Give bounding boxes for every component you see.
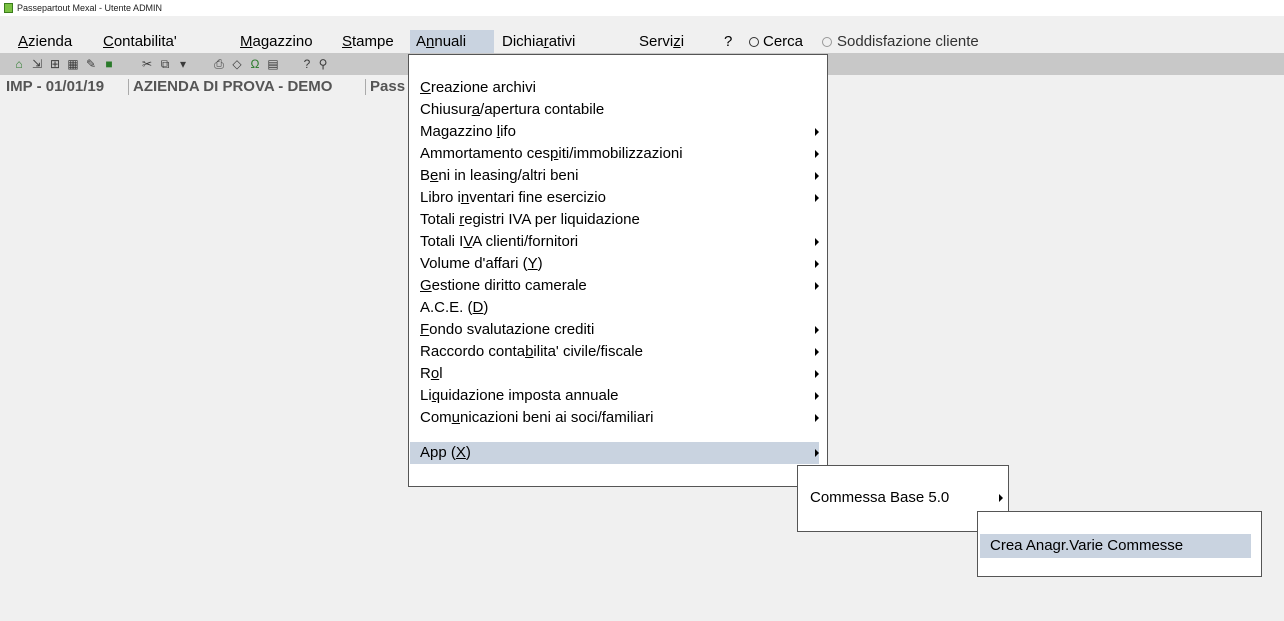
menu-item-creazione-archivi[interactable]: Creazione archivi [410,77,819,99]
submenu-arrow-icon [815,150,819,158]
submenu-arrow-icon [815,282,819,290]
submenu-arrow-icon [815,392,819,400]
workspace-bottom [0,600,1284,621]
search-icon [749,37,759,47]
omega-icon[interactable]: Ω [248,57,262,71]
menu-soddisfazione-label: Soddisfazione cliente [837,33,979,50]
menu-cerca-label: Cerca [763,33,804,50]
help-icon[interactable]: ? [300,57,314,71]
submenu-arrow-icon [815,172,819,180]
menu-item-commessa-base-label: Commessa Base 5.0 [810,489,950,506]
menu-bar: Azienda Contabilita' Magazzino Stampe An… [0,30,1284,53]
calculator-icon[interactable]: ▤ [266,57,280,71]
menu-item-totali-iva-clienti[interactable]: Totali IVA clienti/fornitori [410,231,819,253]
menu-item-crea-anagr-varie[interactable]: Crea Anagr.Varie Commesse [980,534,1251,558]
divider [128,79,129,95]
submenu-arrow-icon [815,370,819,378]
link-icon[interactable]: ◇ [230,57,244,71]
menu-soddisfazione[interactable]: Soddisfazione cliente [816,30,985,53]
filter-icon[interactable]: ▾ [176,57,190,71]
copy-icon[interactable]: ⧉ [158,57,172,71]
list-icon[interactable]: ■ [102,57,116,71]
calendar-icon[interactable]: ▦ [66,57,80,71]
exit-icon[interactable]: ⇲ [30,57,44,71]
menu-contabilita[interactable]: Contabilita' [97,30,183,53]
divider [365,79,366,95]
passepartout-app-icon [4,3,13,13]
cut-icon[interactable]: ✂ [140,57,154,71]
menu-item-liquidazione-imposta[interactable]: Liquidazione imposta annuale [410,385,819,407]
submenu-arrow-icon [815,260,819,268]
submenu-arrow-icon [815,238,819,246]
menu-item-ammortamento[interactable]: Ammortamento cespiti/immobilizzazioni [410,143,819,165]
menu-item-magazzino-lifo[interactable]: Magazzino lifo [410,121,819,143]
submenu-arrow-icon [815,348,819,356]
menu-cerca[interactable]: Cerca [743,30,809,53]
menu-item-chiusura-apertura[interactable]: Chiusura/apertura contabile [410,99,819,121]
menu-item-app[interactable]: App (X) [410,442,819,464]
menu-item-commessa-base[interactable]: Commessa Base 5.0 [801,486,1005,510]
menu-item-volume-affari[interactable]: Volume d'affari (Y) [410,253,819,275]
commessa-submenu: Crea Anagr.Varie Commesse [977,511,1262,577]
menu-item-libro-inventari[interactable]: Libro inventari fine esercizio [410,187,819,209]
feedback-icon [822,37,832,47]
menu-item-ace[interactable]: A.C.E. (D) [410,297,819,319]
menu-item-fondo-svalutazione[interactable]: Fondo svalutazione crediti [410,319,819,341]
menu-item-raccordo-contabilita[interactable]: Raccordo contabilita' civile/fiscale [410,341,819,363]
menu-dichiarativi[interactable]: Dichiarativi [496,30,581,53]
menu-annuali[interactable]: Annuali [410,30,494,53]
menu-item-beni-leasing[interactable]: Beni in leasing/altri beni [410,165,819,187]
window-title: Passepartout Mexal - Utente ADMIN [17,3,163,13]
window-titlebar: Passepartout Mexal - Utente ADMIN [0,0,1284,16]
search-tool-icon[interactable]: ⚲ [316,57,330,71]
menu-servizi[interactable]: Servizi [633,30,690,53]
menu-item-rol[interactable]: Rol [410,363,819,385]
menu-item-totali-registri-iva[interactable]: Totali registri IVA per liquidazione [410,209,819,231]
company-name: AZIENDA DI PROVA - DEMO [133,78,333,95]
submenu-arrow-icon [999,494,1003,502]
menu-item-diritto-camerale[interactable]: Gestione diritto camerale [410,275,819,297]
menu-item-comunicazioni-beni[interactable]: Comunicazioni beni ai soci/familiari [410,407,819,429]
menu-stampe[interactable]: Stampe [336,30,400,53]
submenu-arrow-icon [815,194,819,202]
edit-icon[interactable]: ✎ [84,57,98,71]
infobar-extra: Pass [370,78,406,95]
annuali-dropdown-menu: Creazione archivi Chiusura/apertura cont… [408,54,828,487]
home-icon[interactable]: ⌂ [12,57,26,71]
menu-magazzino[interactable]: Magazzino [234,30,319,53]
print-icon[interactable]: ⎙ [212,57,226,71]
submenu-arrow-icon [815,414,819,422]
menu-azienda[interactable]: Azienda [12,30,78,53]
submenu-arrow-icon [815,449,819,457]
company-code: IMP - 01/01/19 [6,78,105,95]
submenu-arrow-icon [815,326,819,334]
tree-icon[interactable]: ⊞ [48,57,62,71]
submenu-arrow-icon [815,128,819,136]
menu-help[interactable]: ? [718,30,738,53]
